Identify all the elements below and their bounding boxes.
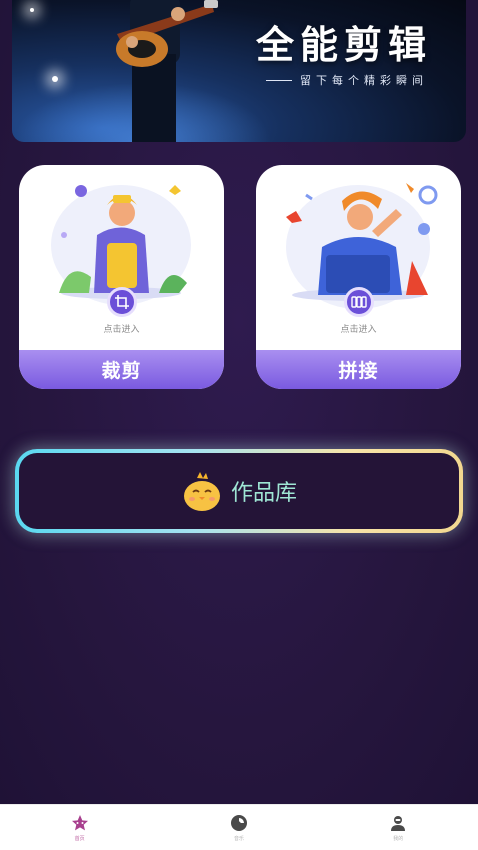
tab-home-label: 首页 <box>74 835 85 842</box>
crop-button[interactable]: 裁剪 <box>19 350 224 389</box>
works-library-button[interactable]: 作品库 <box>15 449 463 533</box>
guitarist-illustration <box>116 0 218 142</box>
join-tap-hint: 点击进入 <box>340 325 377 335</box>
crop-tap-hint: 点击进入 <box>103 325 140 335</box>
hero-banner: 全能剪辑 留下每个精彩瞬间 <box>12 0 466 142</box>
join-button[interactable]: 拼接 <box>256 350 461 389</box>
banner-subtitle-text: 留下每个精彩瞬间 <box>300 74 428 87</box>
disc-icon <box>230 814 247 831</box>
film-strip-icon <box>344 287 374 317</box>
banner-title: 全能剪辑 <box>255 22 432 67</box>
crop-card[interactable]: 点击进入 裁剪 <box>19 165 224 389</box>
subtitle-dash <box>266 79 292 81</box>
works-library-inner: 作品库 <box>19 453 459 529</box>
tab-music-label: 音乐 <box>233 835 244 842</box>
stage-light <box>52 76 58 82</box>
works-library-label: 作品库 <box>230 481 297 506</box>
tab-profile[interactable]: 我的 <box>348 814 448 842</box>
crop-icon <box>107 287 137 317</box>
tab-home[interactable]: 首页 <box>30 814 130 842</box>
tab-profile-label: 我的 <box>393 835 404 842</box>
user-icon <box>391 815 406 831</box>
stage-light <box>30 8 34 12</box>
tab-music[interactable]: 音乐 <box>189 814 289 842</box>
star-icon <box>71 814 88 830</box>
join-card[interactable]: 点击进入 拼接 <box>256 165 461 389</box>
banner-subtitle: 留下每个精彩瞬间 <box>266 72 428 88</box>
chick-icon <box>183 472 220 511</box>
bottom-tab-bar: 首页 音乐 我的 <box>0 804 478 850</box>
